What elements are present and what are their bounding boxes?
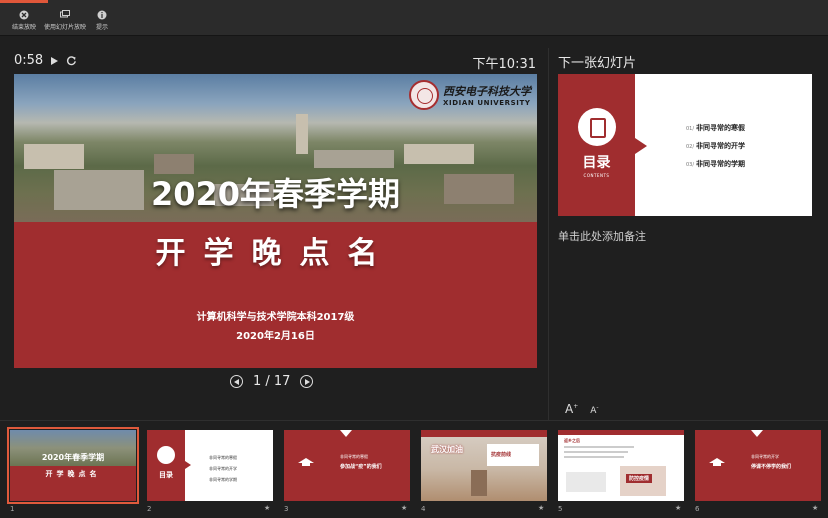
screens-icon (60, 10, 70, 18)
thumbnail-3[interactable]: 非同寻常的寒假 参加战“疫”的我们 (284, 430, 410, 501)
document-icon (578, 108, 616, 146)
thumbnail-title: 武汉加油 (431, 445, 463, 454)
star-icon: ★ (812, 504, 819, 512)
thumbnail-5[interactable]: 返乡之后 防控疫情 (558, 430, 684, 501)
end-show-label: 结束放映 (11, 24, 36, 31)
contents-item: 02/非同寻常的开学 (686, 142, 746, 150)
current-time: 下午10:31 (472, 57, 536, 72)
graduation-cap-icon (298, 458, 314, 466)
thumbnail-number: 4 (421, 505, 426, 513)
contents-subtitle: CONTENTS (583, 173, 610, 178)
thumbnail-subtitle: 开学晚点名 (45, 470, 101, 478)
next-slide-preview[interactable]: 目录 CONTENTS 01/非同寻常的寒假 02/非同寻常的开学 03/非同寻… (558, 74, 812, 216)
slide-subtitle: 开学晚点名 (155, 236, 396, 271)
close-circle-icon (19, 10, 29, 20)
font-size-controls: A+ A- (565, 402, 599, 416)
thumbnail-number: 3 (284, 505, 289, 513)
thumbnail-quote: 抗疫前线 (491, 452, 512, 458)
star-icon: ★ (675, 504, 682, 512)
star-icon: ★ (264, 504, 271, 512)
contents-panel: 目录 CONTENTS (558, 74, 635, 216)
use-slideshow-label: 使用幻灯片放映 (43, 24, 86, 31)
thumbnail-small: 非同寻常的寒假 (340, 454, 368, 459)
star-icon: ★ (401, 504, 408, 512)
thumbnail-number: 1 (10, 505, 15, 513)
thumbnail-title: 参加战“疫”的我们 (340, 464, 382, 470)
thumbnail-title: 2020年春季学期 (41, 453, 105, 462)
thumbnail-strip-divider (0, 420, 828, 421)
next-slide-label: 下一张幻灯片 (558, 56, 637, 71)
end-show-button[interactable]: 结束放映 (8, 10, 40, 31)
college-line: 计算机科学与技术学院本科2017级 (196, 312, 355, 323)
contents-item: 03/非同寻常的学期 (686, 160, 746, 168)
next-slide-icon[interactable] (300, 375, 314, 388)
star-icon: ★ (538, 504, 545, 512)
previous-slide-icon[interactable] (230, 375, 243, 388)
building (404, 144, 474, 164)
building (314, 150, 394, 168)
red-banner: 开学晚点名 计算机科学与技术学院本科2017级 2020年2月16日 (14, 222, 537, 368)
thumbnail-number: 2 (147, 505, 152, 513)
increase-font-button[interactable]: A+ (565, 402, 578, 416)
thumbnail-4[interactable]: 武汉加油 抗疫前线 (421, 430, 547, 501)
arrow-icon (635, 138, 647, 154)
thumbnail-number: 5 (558, 505, 563, 513)
building (24, 144, 84, 169)
thumbnail-small: 非同寻常的开学 (751, 454, 779, 459)
graduation-cap-icon (709, 458, 725, 466)
thumbnail-strip: 2020年春季学期 开学晚点名 1 目录 非同寻常的寒假 非同寻常的开学 非同寻… (0, 427, 828, 518)
slide-title: 2020年春季学期 (150, 175, 401, 213)
elapsed-timer: 0:58 (14, 53, 77, 68)
panel-divider (548, 48, 549, 420)
university-logo: 西安电子科技大学 XIDIAN UNIVERSITY (409, 80, 531, 110)
restart-icon[interactable] (66, 55, 77, 66)
logo-english-name: XIDIAN UNIVERSITY (443, 99, 531, 107)
tower (296, 114, 308, 154)
contents-item: 01/非同寻常的寒假 (686, 124, 746, 132)
hint-button[interactable]: 提示 (92, 10, 112, 31)
document-icon (157, 446, 175, 464)
slideshow-progress-bar (0, 0, 48, 3)
tower-image (471, 470, 487, 496)
page-indicator: 1 / 17 (253, 374, 291, 389)
hint-label: 提示 (95, 24, 108, 31)
logo-chinese-name: 西安电子科技大学 (443, 85, 531, 98)
university-seal-icon (409, 80, 439, 110)
thumbnail-title: 停课不停学的我们 (751, 464, 792, 470)
slide-pager: 1 / 17 (230, 374, 314, 389)
play-icon[interactable] (51, 56, 59, 65)
toolbar: 结束放映 使用幻灯片放映 提示 (0, 0, 828, 36)
current-slide: 西安电子科技大学 XIDIAN UNIVERSITY 2020年春季学期 开学晚… (14, 74, 537, 368)
thumbnail-small: 返乡之后 (564, 438, 580, 443)
decrease-font-button[interactable]: A- (590, 402, 598, 416)
thumbnail-number: 6 (695, 505, 700, 513)
notes-placeholder[interactable]: 单击此处添加备注 (558, 228, 646, 244)
thumbnail-1[interactable]: 2020年春季学期 开学晚点名 (7, 427, 139, 504)
arrow-icon (185, 461, 191, 469)
info-icon (97, 10, 107, 20)
thumbnail-2[interactable]: 目录 非同寻常的寒假 非同寻常的开学 非同寻常的学期 (147, 430, 273, 501)
date-line: 2020年2月16日 (236, 331, 315, 342)
timer-value: 0:58 (14, 53, 44, 68)
thumbnail-title: 防控疫情 (626, 474, 653, 483)
use-slideshow-button[interactable]: 使用幻灯片放映 (42, 10, 88, 31)
thumbnail-title: 目录 (159, 471, 173, 479)
thumbnail-6[interactable]: 非同寻常的开学 停课不停学的我们 (695, 430, 821, 501)
contents-title: 目录 (582, 155, 611, 171)
